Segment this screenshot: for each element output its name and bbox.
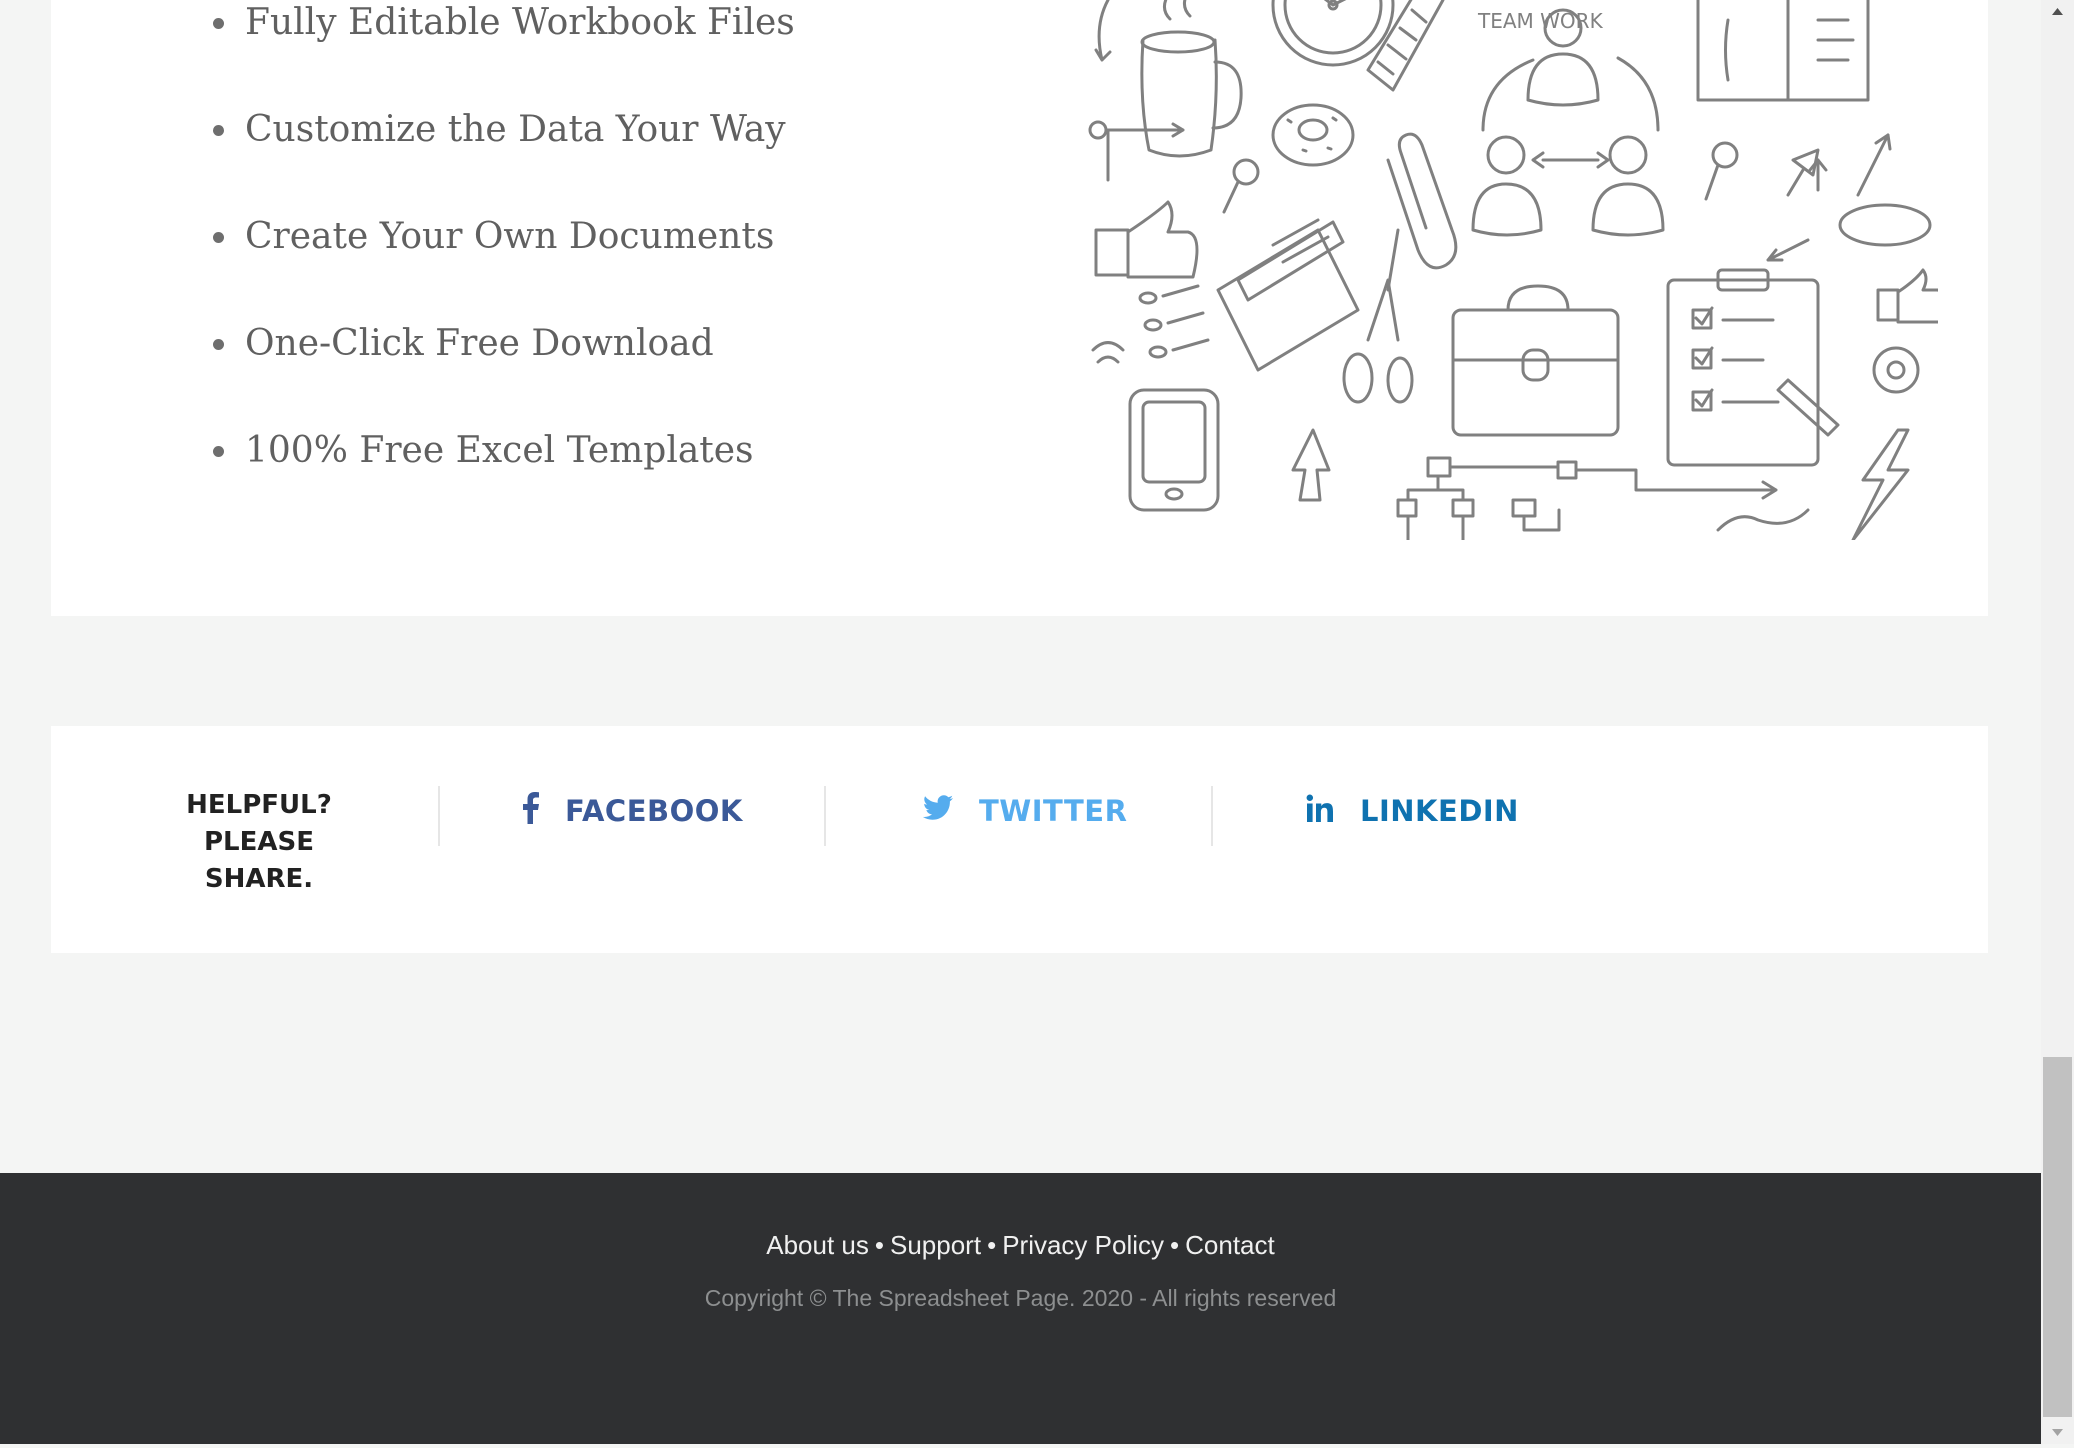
bullet-icon: [213, 446, 224, 457]
twitter-share-button[interactable]: TWITTER: [922, 786, 1128, 836]
thumbs-up-icon: [1094, 200, 1199, 279]
twitter-icon: [922, 794, 953, 828]
feature-item: One-Click Free Download: [211, 320, 795, 428]
footer-separator: •: [1170, 1230, 1180, 1260]
scrollbar-thumb[interactable]: [2043, 1057, 2072, 1417]
linkedin-share-button[interactable]: LINKEDIN: [1306, 786, 1519, 836]
share-prompt-line: PLEASE: [204, 827, 314, 857]
footer-separator: •: [874, 1230, 884, 1260]
divider: [438, 786, 440, 846]
feature-text: Fully Editable Workbook Files: [245, 2, 795, 43]
share-prompt-line: SHARE.: [204, 864, 314, 894]
bullet-icon: [213, 125, 224, 136]
facebook-share-button[interactable]: FACEBOOK: [521, 786, 743, 836]
twitter-share-label: TWITTER: [979, 794, 1128, 828]
scroll-up-arrow-icon[interactable]: [2041, 0, 2074, 24]
notebook-icon: [1696, 0, 1870, 102]
lightning-icon: [1851, 428, 1910, 540]
wallet-icon: [1216, 218, 1360, 372]
list-icon: [1138, 284, 1210, 359]
footer-separator: •: [987, 1230, 997, 1260]
donut-icon: [1271, 103, 1355, 167]
linkedin-share-label: LINKEDIN: [1360, 794, 1519, 828]
team-work-label: TEAM WORK: [1477, 9, 1604, 33]
decorative-swirl: [1716, 508, 1810, 532]
share-bar: HELPFUL? PLEASE SHARE. FACEBOOK TWITTER …: [51, 726, 1988, 953]
bullet-icon: [213, 232, 224, 243]
scissors-icon: [1342, 228, 1414, 404]
feature-text: 100% Free Excel Templates: [245, 430, 754, 471]
share-prompt: HELPFUL? PLEASE SHARE.: [179, 787, 339, 898]
feature-text: One-Click Free Download: [245, 323, 714, 364]
arrow-icon: [1766, 133, 1932, 262]
feature-item: Fully Editable Workbook Files: [211, 0, 795, 107]
facebook-icon: [521, 791, 539, 831]
clipboard-checklist-icon: [1666, 268, 1840, 467]
cursor-arrow-icon: [1291, 428, 1331, 502]
paperclip-icon: [1386, 132, 1458, 270]
briefcase-icon: [1451, 284, 1620, 437]
footer-link-about[interactable]: About us: [766, 1230, 869, 1260]
bullet-icon: [213, 339, 224, 350]
phone-icon: [1091, 341, 1220, 512]
at-sign-icon: [1872, 346, 1920, 394]
facebook-share-label: FACEBOOK: [565, 794, 743, 828]
feature-item: Customize the Data Your Way: [211, 106, 795, 214]
pin-dot-icon: [1088, 120, 1108, 140]
share-prompt-line: HELPFUL?: [186, 790, 332, 820]
footer-nav: About us • Support • Privacy Policy • Contact: [0, 1230, 2041, 1261]
push-pin-icon: [1222, 141, 1820, 214]
feature-item: Create Your Own Documents: [211, 213, 795, 321]
site-footer: About us • Support • Privacy Policy • Contact …: [0, 1173, 2041, 1444]
footer-link-contact[interactable]: Contact: [1185, 1230, 1275, 1260]
feature-text: Create Your Own Documents: [245, 216, 775, 257]
coffee-mug-icon: [1094, 0, 1243, 158]
divider: [1211, 786, 1213, 846]
business-doodle-illustration: TEAM WORK: [1088, 0, 1938, 540]
scroll-down-arrow-icon[interactable]: [2041, 1420, 2074, 1444]
feature-item: 100% Free Excel Templates: [211, 427, 795, 535]
thumbs-up-icon: [1876, 268, 1938, 324]
team-people-icon: [1471, 8, 1665, 237]
features-list: Fully Editable Workbook Files Customize …: [211, 0, 795, 535]
vertical-scrollbar[interactable]: [2041, 0, 2074, 1444]
copyright-text: Copyright © The Spreadsheet Page. 2020 -…: [704, 1285, 1337, 1311]
features-card: Fully Editable Workbook Files Customize …: [51, 0, 1988, 616]
divider: [824, 786, 826, 846]
bullet-icon: [213, 18, 224, 29]
footer-link-privacy[interactable]: Privacy Policy: [1002, 1230, 1164, 1260]
linkedin-icon: [1306, 794, 1334, 829]
footer-link-support[interactable]: Support: [890, 1230, 981, 1260]
feature-text: Customize the Data Your Way: [245, 109, 786, 150]
clock-icon: [1271, 0, 1395, 67]
